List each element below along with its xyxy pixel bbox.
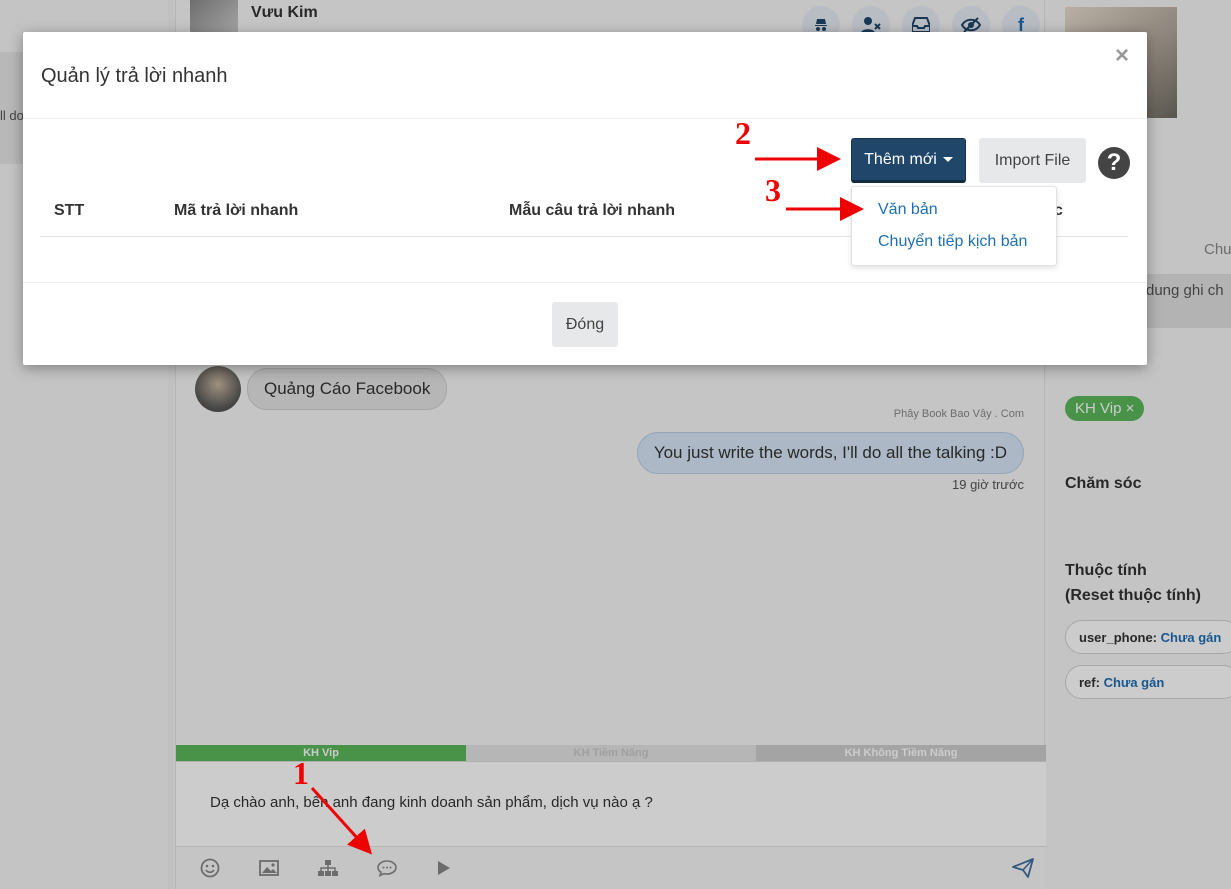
- modal-title: Quản lý trả lời nhanh: [41, 65, 228, 87]
- annotation-step-3: 3: [765, 172, 781, 208]
- column-header-stt: STT: [54, 202, 85, 219]
- add-new-button[interactable]: Thêm mới: [851, 138, 966, 183]
- column-header-template: Mẫu câu trả lời nhanh: [509, 202, 676, 219]
- quick-reply-modal: Quản lý trả lời nhanh × Thêm mới Import …: [23, 32, 1147, 365]
- help-icon[interactable]: ?: [1098, 147, 1130, 179]
- close-icon[interactable]: ×: [1115, 42, 1129, 70]
- close-button[interactable]: Đóng: [552, 302, 618, 347]
- caret-down-icon: [942, 157, 953, 162]
- add-new-dropdown: Văn bản Chuyển tiếp kịch bản: [851, 186, 1057, 266]
- divider: [23, 118, 1147, 119]
- dropdown-item-text[interactable]: Văn bản: [878, 201, 938, 219]
- import-file-button[interactable]: Import File: [979, 138, 1086, 183]
- annotation-step-2: 2: [735, 115, 751, 151]
- annotation-step-1: 1: [293, 755, 309, 791]
- dropdown-item-forward-script[interactable]: Chuyển tiếp kịch bản: [878, 233, 1027, 251]
- column-header-code: Mã trả lời nhanh: [174, 202, 299, 219]
- divider: [23, 282, 1147, 283]
- add-new-label: Thêm mới: [864, 150, 937, 168]
